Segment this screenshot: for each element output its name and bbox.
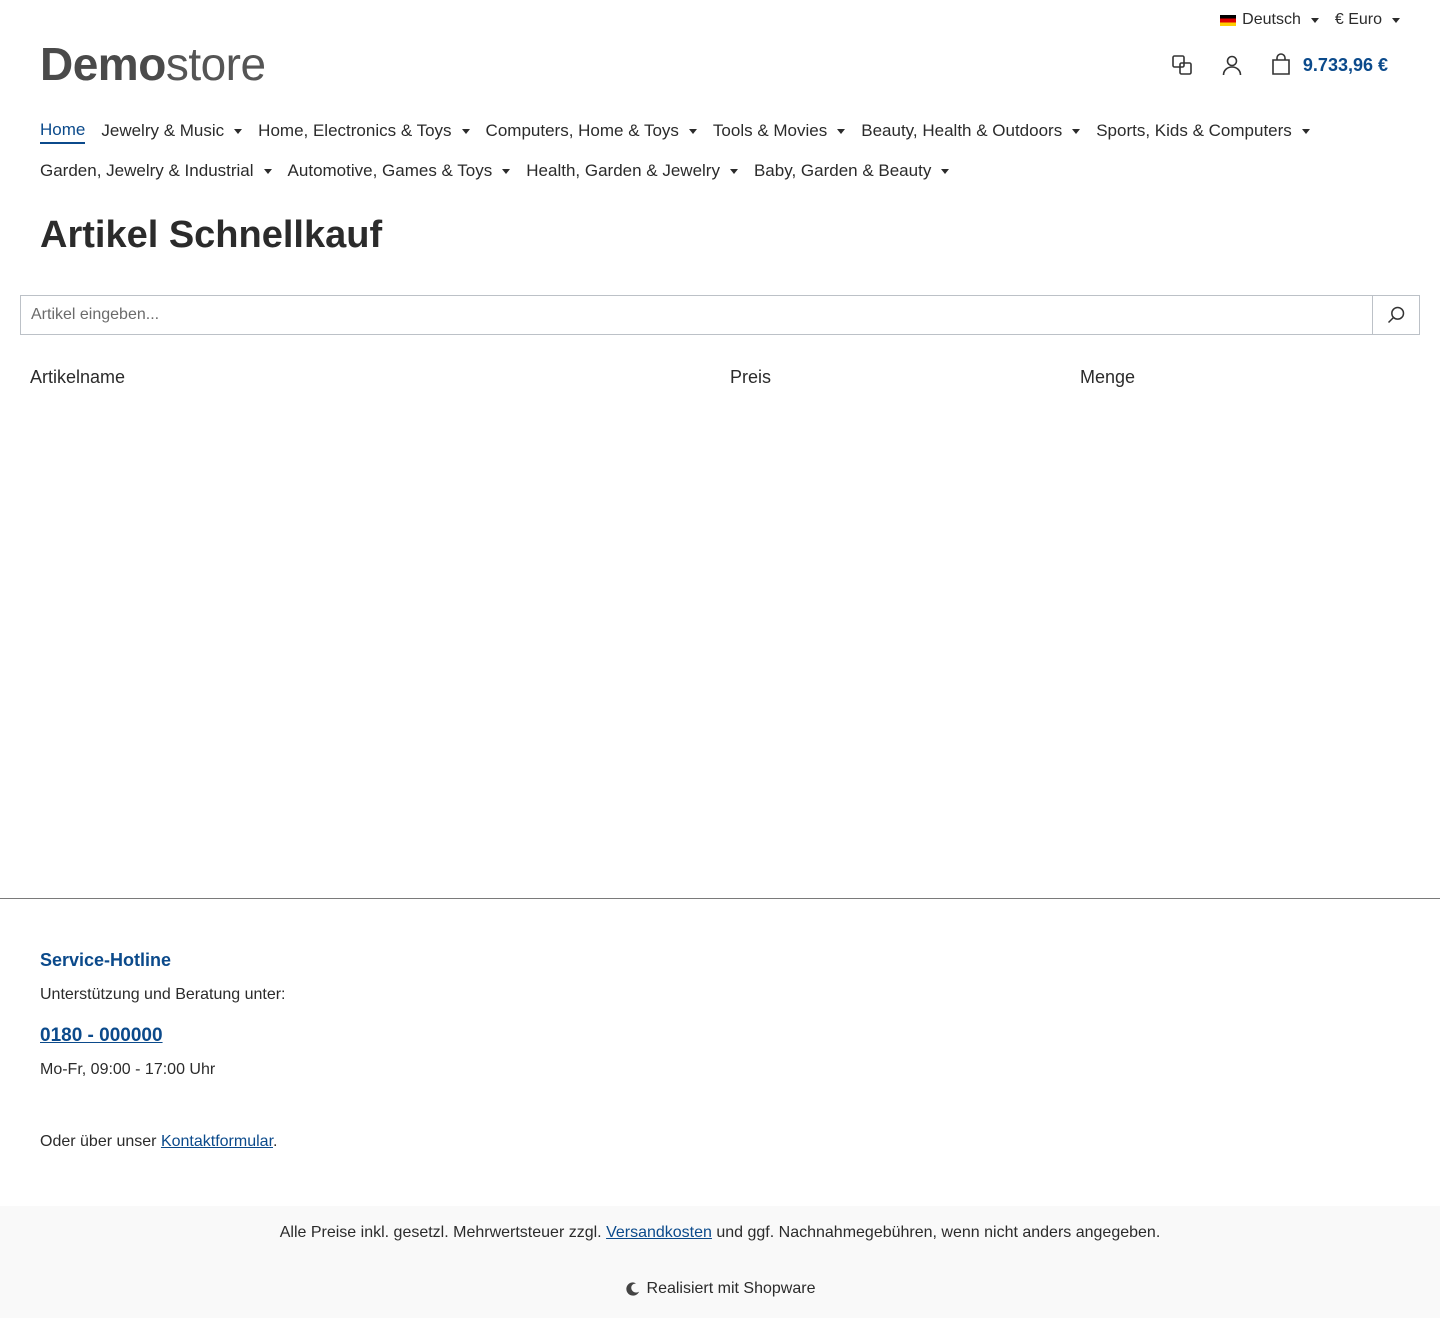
language-label: Deutsch <box>1242 11 1301 28</box>
nav-item-label: Health, Garden & Jewelry <box>526 161 720 180</box>
german-flag-icon <box>1220 14 1237 26</box>
chevron-down-icon <box>502 168 511 174</box>
nav-item-baby-garden-beauty[interactable]: Baby, Garden & Beauty <box>753 158 950 184</box>
chevron-down-icon <box>1072 128 1081 134</box>
footer-bottom: Alle Preise inkl. gesetzl. Mehrwertsteue… <box>0 1206 1440 1318</box>
column-header-price: Preis <box>730 367 772 387</box>
nav-item-label: Beauty, Health & Outdoors <box>861 121 1063 140</box>
topbar: Deutsch € Euro <box>1220 8 1400 32</box>
nav-item-health-garden-jewelry[interactable]: Health, Garden & Jewelry <box>526 158 738 184</box>
shopware-logo-icon <box>625 1282 639 1296</box>
hotline-phone-link[interactable]: 0180 - 000000 <box>40 1025 163 1047</box>
compare-button[interactable] <box>1169 52 1195 78</box>
footer-divider <box>0 898 1440 899</box>
contact-text: Oder über unser Kontaktformular. <box>40 1133 277 1151</box>
store-logo[interactable]: Demostore <box>40 38 266 90</box>
account-button[interactable] <box>1219 52 1245 78</box>
chevron-down-icon <box>941 168 950 174</box>
nav-item-label: Garden, Jewelry & Industrial <box>40 161 254 180</box>
nav-item-label: Jewelry & Music <box>101 121 225 140</box>
chevron-down-icon <box>729 168 738 174</box>
chevron-down-icon <box>1392 17 1400 23</box>
quick-order-search <box>20 295 1420 335</box>
nav-item-tools-movies[interactable]: Tools & Movies <box>712 118 846 144</box>
contact-form-link[interactable]: Kontaktformular <box>161 1133 273 1150</box>
chevron-down-icon <box>461 128 470 134</box>
opening-hours: Mo-Fr, 09:00 - 17:00 Uhr <box>40 1061 216 1078</box>
contact-prefix: Oder über unser <box>40 1133 161 1150</box>
language-dropdown[interactable]: Deutsch <box>1220 8 1319 32</box>
nav-item-sports-kids-computers[interactable]: Sports, Kids & Computers <box>1096 118 1310 144</box>
nav-item-label: Computers, Home & Toys <box>485 121 679 140</box>
nav-item-jewelry-music[interactable]: Jewelry & Music <box>101 118 243 144</box>
cart-button[interactable]: 9.733,96 € <box>1269 53 1388 77</box>
nav-item-label: Home, Electronics & Toys <box>258 121 452 140</box>
logo-bold: Demo <box>40 38 166 90</box>
vat-prefix: Alle Preise inkl. gesetzl. Mehrwertsteue… <box>279 1224 607 1241</box>
nav-item-home-electronics-toys[interactable]: Home, Electronics & Toys <box>258 118 470 144</box>
contact-suffix: . <box>273 1133 278 1150</box>
powered-by[interactable]: Realisiert mit Shopware <box>0 1280 1440 1298</box>
nav-item-garden-jewelry-industrial[interactable]: Garden, Jewelry & Industrial <box>40 158 272 184</box>
shopping-bag-icon <box>1272 53 1290 75</box>
currency-dropdown[interactable]: € Euro <box>1335 8 1400 32</box>
nav-item-label: Automotive, Games & Toys <box>287 161 493 180</box>
nav-item-home[interactable]: Home <box>40 118 86 144</box>
nav-item-computers-home-toys[interactable]: Computers, Home & Toys <box>486 118 697 144</box>
chevron-down-icon <box>263 168 272 174</box>
nav-item-label: Baby, Garden & Beauty <box>753 161 932 180</box>
nav-item-beauty-health-outdoors[interactable]: Beauty, Health & Outdoors <box>861 118 1081 144</box>
search-icon <box>1387 306 1405 324</box>
column-header-article-name: Artikelname <box>30 367 126 387</box>
nav-item-automotive-games-toys[interactable]: Automotive, Games & Toys <box>288 158 511 184</box>
support-text: Unterstützung und Beratung unter: <box>40 986 286 1003</box>
compare-icon <box>1172 55 1192 75</box>
page-title: Artikel Schnellkauf <box>40 214 383 256</box>
search-button[interactable] <box>1372 296 1419 334</box>
chevron-down-icon <box>1301 128 1310 134</box>
chevron-down-icon <box>234 128 243 134</box>
main-navigation: Home Jewelry & Music Home, Electronics &… <box>40 118 1400 184</box>
chevron-down-icon <box>837 128 846 134</box>
nav-item-label: Sports, Kids & Computers <box>1096 121 1292 140</box>
currency-label: € Euro <box>1334 11 1382 28</box>
search-input[interactable] <box>21 296 1372 334</box>
vat-notice: Alle Preise inkl. gesetzl. Mehrwertsteue… <box>0 1224 1440 1242</box>
column-header-quantity: Menge <box>1080 367 1136 387</box>
powered-by-label: Realisiert mit Shopware <box>646 1280 816 1297</box>
header-actions: 9.733,96 € <box>1169 52 1388 78</box>
nav-item-label: Tools & Movies <box>712 121 828 140</box>
logo-light: store <box>165 38 266 90</box>
chevron-down-icon <box>1310 17 1319 23</box>
chevron-down-icon <box>688 128 697 134</box>
nav-item-label: Home <box>40 120 86 139</box>
hotline-title: Service-Hotline <box>40 950 172 970</box>
vat-suffix: und ggf. Nachnahmegebühren, wenn nicht a… <box>711 1224 1161 1241</box>
user-icon <box>1222 55 1242 76</box>
shipping-costs-link[interactable]: Versandkosten <box>606 1224 712 1241</box>
cart-total: 9.733,96 € <box>1302 54 1388 75</box>
